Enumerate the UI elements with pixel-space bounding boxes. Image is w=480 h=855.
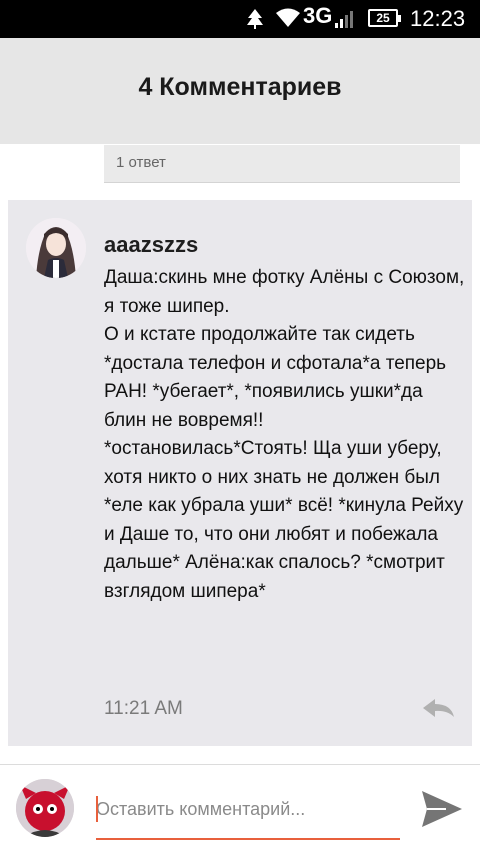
comment-username[interactable]: aaazszzs <box>104 232 198 258</box>
user-avatar-image <box>26 218 86 278</box>
replies-link[interactable]: 1 ответ <box>104 145 460 183</box>
signal-icon <box>335 11 353 28</box>
reply-icon[interactable] <box>421 697 455 719</box>
current-user-avatar[interactable] <box>16 779 74 837</box>
wifi-icon <box>276 8 300 27</box>
comment-text: Даша:скинь мне фотку Алёны с Союзом, я т… <box>104 267 465 602</box>
battery-level: 25 <box>376 11 390 25</box>
send-icon[interactable] <box>420 789 464 829</box>
comment-input[interactable] <box>96 794 396 824</box>
input-underline <box>96 838 400 840</box>
page-title: 4 Комментариев <box>138 73 342 101</box>
comment-timestamp: 11:21 AM <box>104 698 183 719</box>
header-bar: 4 Комментариев <box>0 38 480 144</box>
avatar[interactable] <box>26 218 86 278</box>
text-cursor <box>96 796 98 822</box>
tree-icon <box>247 9 263 29</box>
battery-icon: 25 <box>368 9 401 27</box>
network-type: 3G <box>303 3 333 28</box>
current-user-avatar-image <box>16 779 74 837</box>
status-bar: 3G 25 12:23 <box>0 0 480 38</box>
clock: 12:23 <box>410 6 466 31</box>
replies-count: 1 ответ <box>116 154 166 171</box>
